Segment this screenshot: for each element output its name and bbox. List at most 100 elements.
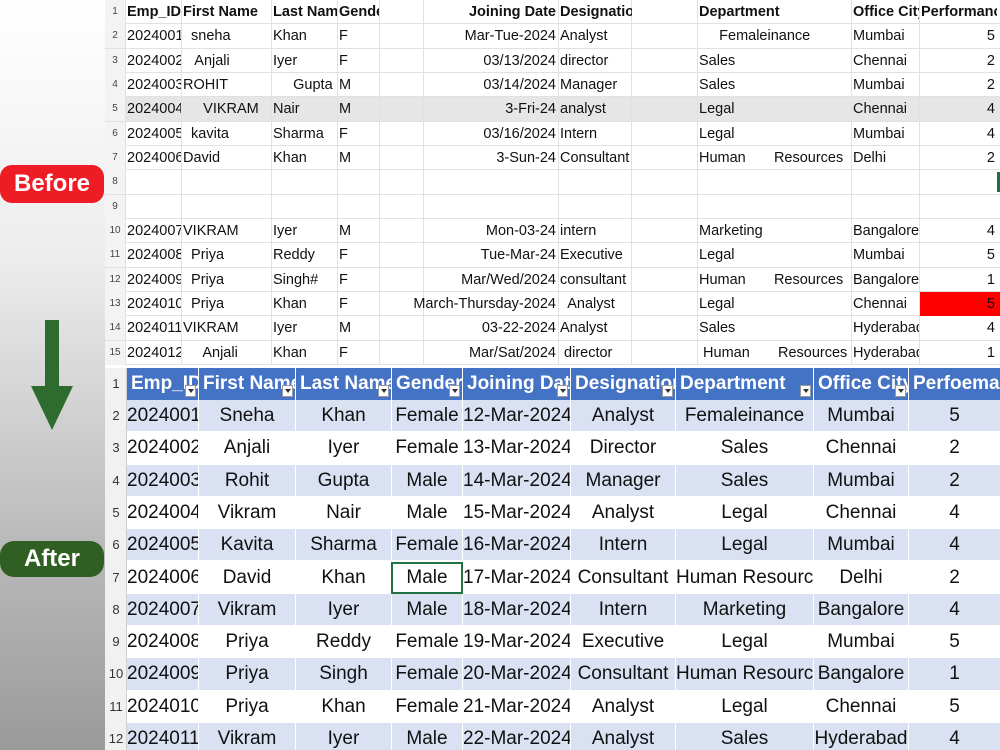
cell[interactable] <box>560 195 632 219</box>
cell[interactable] <box>853 170 919 194</box>
cell[interactable]: Reddy <box>273 243 337 267</box>
cell[interactable]: kavita <box>183 122 271 146</box>
cell[interactable]: Mumbai <box>853 122 919 146</box>
cell[interactable] <box>339 170 379 194</box>
cell[interactable]: F <box>339 268 379 292</box>
cell[interactable]: Mumbai <box>853 73 919 97</box>
cell[interactable]: 4 <box>921 97 997 121</box>
cell[interactable] <box>183 170 271 194</box>
cell[interactable]: Female <box>392 626 462 658</box>
cell[interactable]: 03-22-2024 <box>381 316 558 340</box>
column-header[interactable]: Designation <box>560 0 632 24</box>
cell[interactable]: Mumbai <box>814 465 908 497</box>
cell[interactable]: 2024005 <box>127 529 198 561</box>
cell[interactable]: Legal <box>699 243 849 267</box>
filter-dropdown-icon[interactable] <box>449 385 460 397</box>
cell[interactable]: M <box>339 316 379 340</box>
column-header[interactable]: Department <box>699 0 849 24</box>
cell[interactable]: Priya <box>199 691 295 723</box>
cell[interactable]: 03/13/2024 <box>381 49 558 73</box>
cell[interactable]: Legal <box>699 292 849 316</box>
cell[interactable]: Male <box>392 562 462 594</box>
cell[interactable]: 19-Mar-2024 <box>463 626 570 658</box>
cell[interactable]: Bangalore <box>853 219 919 243</box>
filter-dropdown-icon[interactable] <box>662 385 673 397</box>
cell[interactable]: Analyst <box>571 400 675 432</box>
cell[interactable]: 2024003 <box>127 465 198 497</box>
cell[interactable]: Nair <box>296 497 391 529</box>
cell[interactable]: 2024008 <box>127 243 181 267</box>
cell[interactable]: 2024002 <box>127 432 198 464</box>
cell[interactable]: 4 <box>921 316 997 340</box>
cell[interactable]: 2024004 <box>127 497 198 529</box>
cell[interactable]: 03/14/2024 <box>381 73 558 97</box>
cell[interactable]: VIKRAM <box>183 219 271 243</box>
cell[interactable]: 15-Mar-2024 <box>463 497 570 529</box>
cell[interactable]: Female <box>392 529 462 561</box>
cell[interactable]: Tue-Mar-24 <box>381 243 558 267</box>
cell[interactable]: Rohit <box>199 465 295 497</box>
cell[interactable]: M <box>339 219 379 243</box>
cell[interactable]: Vikram <box>199 497 295 529</box>
cell[interactable]: 3-Sun-24 <box>381 146 558 170</box>
cell[interactable]: F <box>339 341 379 365</box>
cell[interactable]: Iyer <box>273 49 337 73</box>
cell[interactable]: Sharma <box>296 529 391 561</box>
cell[interactable]: analyst <box>560 97 632 121</box>
cell[interactable]: 2024011 <box>127 316 181 340</box>
cell[interactable]: Male <box>392 594 462 626</box>
cell[interactable]: Khan <box>273 24 337 48</box>
cell[interactable] <box>273 195 337 219</box>
cell[interactable]: Legal <box>676 529 813 561</box>
cell[interactable]: Mumbai <box>814 400 908 432</box>
cell[interactable]: Vikram <box>199 594 295 626</box>
filter-dropdown-icon[interactable] <box>282 385 293 397</box>
cell[interactable] <box>853 195 919 219</box>
cell[interactable]: Sneha <box>199 400 295 432</box>
cell[interactable]: 14-Mar-2024 <box>463 465 570 497</box>
cell[interactable]: Analyst <box>560 316 632 340</box>
filter-dropdown-icon[interactable] <box>557 385 568 397</box>
cell[interactable]: 2024010 <box>127 292 181 316</box>
cell[interactable]: 12-Mar-2024 <box>463 400 570 432</box>
cell[interactable]: intern <box>560 219 632 243</box>
cell[interactable]: Khan <box>296 562 391 594</box>
cell[interactable]: Bangalore <box>814 594 908 626</box>
cell[interactable]: Executive <box>571 626 675 658</box>
cell[interactable]: Delhi <box>814 562 908 594</box>
cell[interactable]: Femaleinance <box>699 24 849 48</box>
column-header[interactable]: Last Name <box>273 0 337 24</box>
cell[interactable]: Anjali <box>183 49 271 73</box>
cell[interactable]: F <box>339 49 379 73</box>
cell[interactable]: Analyst <box>571 723 675 750</box>
cell[interactable]: Human Resources <box>676 658 813 690</box>
cell[interactable]: Iyer <box>273 316 337 340</box>
cell[interactable]: 2024005 <box>127 122 181 146</box>
filter-dropdown-icon[interactable] <box>895 385 906 397</box>
cell[interactable]: Vikram <box>199 723 295 750</box>
cell[interactable]: 2 <box>909 562 1000 594</box>
cell[interactable]: Intern <box>560 122 632 146</box>
cell[interactable]: Bangalore <box>814 658 908 690</box>
cell[interactable]: 2024006 <box>127 562 198 594</box>
cell[interactable]: 03/16/2024 <box>381 122 558 146</box>
cell[interactable]: Mar/Wed/2024 <box>381 268 558 292</box>
cell[interactable]: Analyst <box>560 292 632 316</box>
cell[interactable]: M <box>339 73 379 97</box>
cell[interactable]: 18-Mar-2024 <box>463 594 570 626</box>
cell[interactable] <box>183 195 271 219</box>
cell[interactable]: David <box>183 146 271 170</box>
cell[interactable]: director <box>560 341 632 365</box>
cell[interactable]: Marketing <box>699 219 849 243</box>
cell[interactable]: 2024007 <box>127 219 181 243</box>
cell[interactable]: F <box>339 122 379 146</box>
cell[interactable]: director <box>560 49 632 73</box>
cell[interactable]: 4 <box>921 122 997 146</box>
cell[interactable]: 2 <box>921 146 997 170</box>
cell[interactable]: Manager <box>571 465 675 497</box>
cell[interactable]: Khan <box>296 400 391 432</box>
cell[interactable]: Khan <box>273 341 337 365</box>
cell[interactable]: Iyer <box>273 219 337 243</box>
cell[interactable]: Priya <box>199 626 295 658</box>
cell[interactable]: Anjali <box>199 432 295 464</box>
